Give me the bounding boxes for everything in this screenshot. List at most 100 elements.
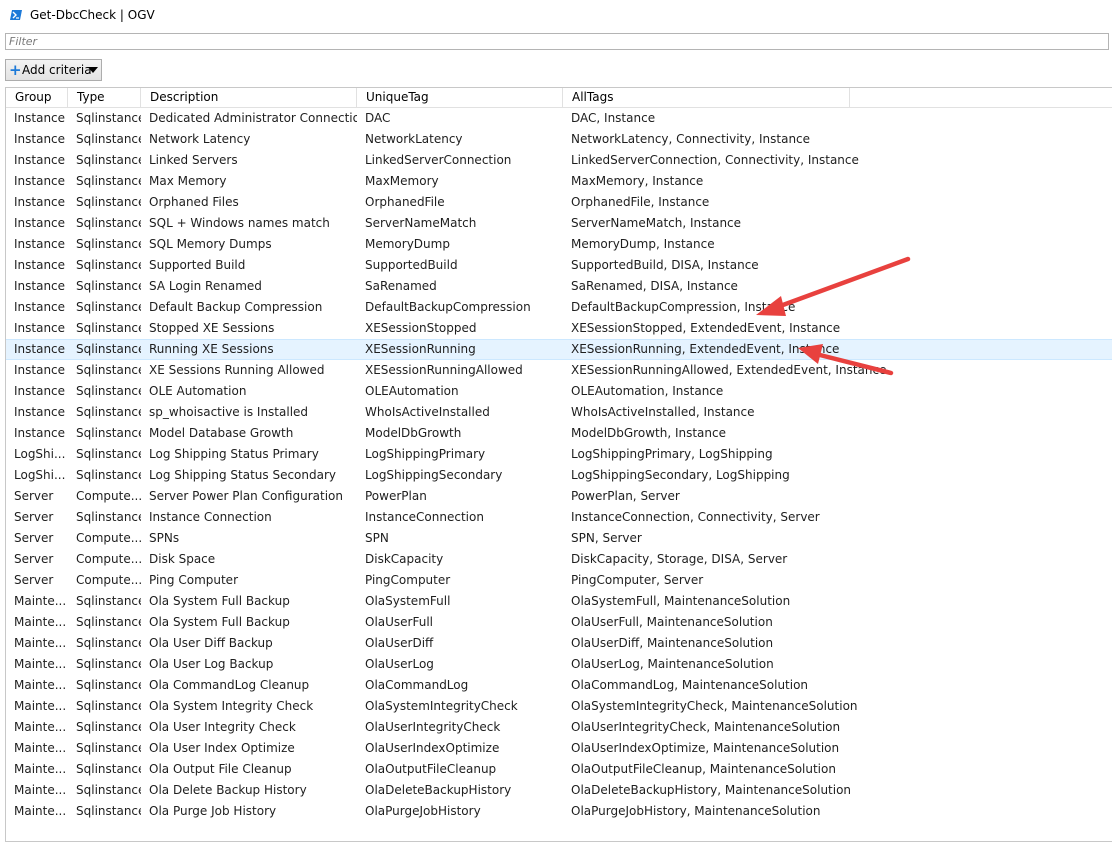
cell-alltags: LogShippingPrimary, LogShipping [571,447,773,461]
cell-alltags: SPN, Server [571,531,642,545]
cell-group: Mainte... [14,699,67,713]
cell-description: Log Shipping Status Secondary [149,468,337,482]
table-row[interactable]: Instance Sqlinstance SA Login Renamed SaRen… [6,276,1112,297]
table-row[interactable]: Instance Sqlinstance Running XE Sessions XE… [6,339,1112,360]
cell-uniquetag: OlaSystemIntegrityCheck [365,699,518,713]
cell-uniquetag: OlaUserLog [365,657,434,671]
column-header-type[interactable]: Type [68,88,141,107]
table-row[interactable]: LogShi... Sqlinstance Log Shipping Status … [6,465,1112,486]
cell-alltags: DefaultBackupCompression, Instance [571,300,796,314]
table-row[interactable]: LogShi... Sqlinstance Log Shipping Status … [6,444,1112,465]
cell-type: Sqlinstance [76,678,141,692]
cell-alltags: OlaDeleteBackupHistory, MaintenanceSolut… [571,783,852,797]
cell-description: XE Sessions Running Allowed [149,363,325,377]
cell-uniquetag: DAC [365,111,391,125]
cell-group: Instance [14,237,66,251]
column-header-group[interactable]: Group [6,88,68,107]
cell-group: Instance [14,258,66,272]
cell-alltags: OlaCommandLog, MaintenanceSolution [571,678,809,692]
add-criteria-button[interactable]: + Add criteria [5,59,102,81]
cell-description: Running XE Sessions [149,342,274,356]
plus-icon: + [9,61,22,79]
column-header-alltags[interactable]: AllTags [563,88,850,107]
filter-box[interactable] [5,33,1109,50]
table-row[interactable]: Server Compute... SPNs SPN SPN, Server [6,528,1112,549]
table-row[interactable]: Mainte... Sqlinstance Ola CommandLog Clean… [6,675,1112,696]
cell-uniquetag: SPN [365,531,389,545]
results-grid[interactable]: Group Type Description UniqueTag AllTags… [5,87,1112,842]
cell-type: Sqlinstance [76,762,141,776]
table-row[interactable]: Mainte... Sqlinstance Ola User Integrity C… [6,717,1112,738]
table-row[interactable]: Mainte... Sqlinstance Ola User Index Optim… [6,738,1112,759]
table-row[interactable]: Mainte... Sqlinstance Ola System Full Back… [6,612,1112,633]
grid-header: Group Type Description UniqueTag AllTags [6,88,1112,108]
cell-description: Server Power Plan Configuration [149,489,343,503]
cell-alltags: PowerPlan, Server [571,489,680,503]
table-row[interactable]: Instance Sqlinstance SQL + Windows names m… [6,213,1112,234]
cell-type: Compute... [76,489,141,503]
table-row[interactable]: Mainte... Sqlinstance Ola User Log Backup O… [6,654,1112,675]
table-row[interactable]: Mainte... Sqlinstance Ola System Full Back… [6,591,1112,612]
table-row[interactable]: Instance Sqlinstance XE Sessions Running A… [6,360,1112,381]
table-row[interactable]: Server Compute... Ping Computer PingCompute… [6,570,1112,591]
table-row[interactable]: Instance Sqlinstance SQL Memory Dumps Memor… [6,234,1112,255]
cell-uniquetag: SupportedBuild [365,258,458,272]
column-header-description[interactable]: Description [141,88,357,107]
table-row[interactable]: Instance Sqlinstance Stopped XE Sessions XE… [6,318,1112,339]
cell-description: Ola Purge Job History [149,804,277,818]
table-row[interactable]: Instance Sqlinstance Supported Build Suppor… [6,255,1112,276]
table-row[interactable]: Instance Sqlinstance Linked Servers LinkedS… [6,150,1112,171]
cell-type: Sqlinstance [76,111,141,125]
cell-group: Mainte... [14,720,67,734]
cell-description: Model Database Growth [149,426,294,440]
cell-uniquetag: XESessionRunning [365,342,476,356]
cell-uniquetag: OlaPurgeJobHistory [365,804,481,818]
table-row[interactable]: Instance Sqlinstance Model Database Growth… [6,423,1112,444]
cell-type: Sqlinstance [76,405,141,419]
cell-description: Ola User Integrity Check [149,720,296,734]
table-row[interactable]: Mainte... Sqlinstance Ola Delete Backup Hi… [6,780,1112,801]
table-row[interactable]: Instance Sqlinstance Default Backup Compre… [6,297,1112,318]
cell-alltags: NetworkLatency, Connectivity, Instance [571,132,811,146]
table-row[interactable]: Instance Sqlinstance Dedicated Administrat… [6,108,1112,129]
table-row[interactable]: Instance Sqlinstance Orphaned Files Orphane… [6,192,1112,213]
cell-type: Sqlinstance [76,447,141,461]
table-row[interactable]: Server Compute... Disk Space DiskCapacity Di… [6,549,1112,570]
table-row[interactable]: Mainte... Sqlinstance Ola Output File Clea… [6,759,1112,780]
column-header-uniquetag[interactable]: UniqueTag [357,88,563,107]
filter-input[interactable] [6,34,1108,49]
cell-type: Sqlinstance [76,384,141,398]
cell-group: Mainte... [14,741,67,755]
cell-description: Ola Output File Cleanup [149,762,292,776]
cell-uniquetag: PowerPlan [365,489,427,503]
cell-type: Sqlinstance [76,132,141,146]
cell-description: Disk Space [149,552,216,566]
cell-uniquetag: LogShippingPrimary [365,447,486,461]
cell-description: Ola User Index Optimize [149,741,295,755]
table-row[interactable]: Instance Sqlinstance Max Memory MaxMemory Ma… [6,171,1112,192]
cell-group: LogShi... [14,447,66,461]
add-criteria-label: Add criteria [22,63,92,77]
cell-group: Instance [14,111,66,125]
table-row[interactable]: Instance Sqlinstance sp_whoisactive is Ins… [6,402,1112,423]
cell-group: LogShi... [14,468,66,482]
table-row[interactable]: Mainte... Sqlinstance Ola System Integrity… [6,696,1112,717]
cell-group: Instance [14,384,66,398]
table-row[interactable]: Instance Sqlinstance OLE Automation OLEAuto… [6,381,1112,402]
cell-group: Mainte... [14,678,67,692]
table-row[interactable]: Mainte... Sqlinstance Ola Purge Job Histor… [6,801,1112,822]
cell-description: Network Latency [149,132,251,146]
cell-type: Sqlinstance [76,615,141,629]
table-row[interactable]: Server Compute... Server Power Plan Config… [6,486,1112,507]
cell-type: Sqlinstance [76,468,141,482]
cell-alltags: ModelDbGrowth, Instance [571,426,726,440]
table-row[interactable]: Mainte... Sqlinstance Ola User Diff Backup… [6,633,1112,654]
cell-alltags: XESessionRunningAllowed, ExtendedEvent, … [571,363,887,377]
cell-uniquetag: WhoIsActiveInstalled [365,405,490,419]
cell-description: Supported Build [149,258,246,272]
table-row[interactable]: Instance Sqlinstance Network Latency Networ… [6,129,1112,150]
cell-description: Max Memory [149,174,227,188]
cell-type: Sqlinstance [76,363,141,377]
cell-group: Instance [14,321,66,335]
table-row[interactable]: Server Sqlinstance Instance Connection Inst… [6,507,1112,528]
